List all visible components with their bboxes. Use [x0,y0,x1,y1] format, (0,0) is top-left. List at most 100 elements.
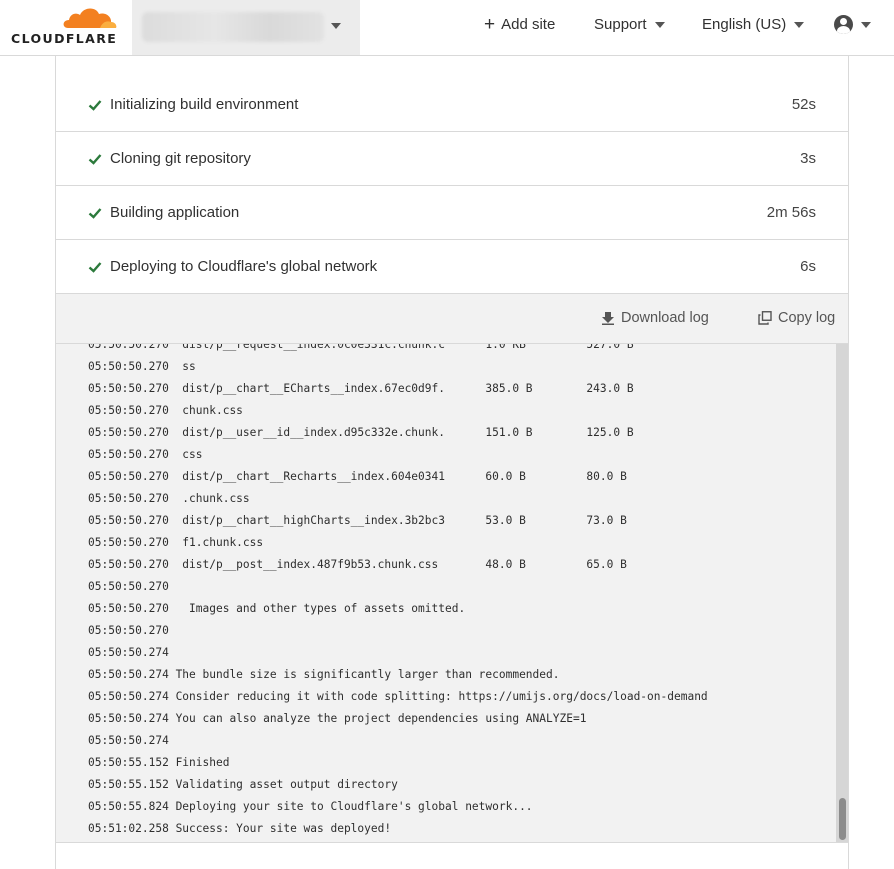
log-line: 05:50:50.270 dist/p__request__index.0c0e… [88,344,708,356]
chevron-down-icon [794,21,805,28]
log-timestamp: 05:50:50.270 [88,448,169,461]
step-label: Deploying to Cloudflare's global network [110,258,378,275]
support-menu[interactable]: Support [594,16,665,33]
build-log[interactable]: 05:50:50.270 dist/p__request__index.0c0e… [56,344,848,843]
download-icon [602,312,614,325]
scrollbar-thumb[interactable] [839,798,846,840]
log-timestamp: 05:50:50.274 [88,668,169,681]
log-timestamp: 05:50:50.270 [88,426,169,439]
log-timestamp: 05:50:50.270 [88,602,169,615]
log-message: dist/p__chart__Recharts__index.604e0341 … [168,470,627,483]
cloudflare-logo[interactable]: CLOUDFLARE [10,6,120,46]
log-timestamp: 05:50:50.270 [88,624,169,637]
check-icon [88,99,102,111]
brand-name: CLOUDFLARE [11,31,118,46]
build-step: Building application 2m 56s [56,186,848,240]
download-log-button[interactable]: Download log [601,310,709,326]
log-message: dist/p__post__index.487f9b53.chunk.css 4… [168,558,627,571]
log-message: Deploying your site to Cloudflare's glob… [168,800,533,813]
log-line: 05:50:50.270 dist/p__chart__Recharts__in… [88,466,708,488]
user-avatar-icon [834,15,853,34]
log-message: dist/p__request__index.0c0e331c.chunk.c … [168,344,634,351]
step-duration: 3s [800,150,816,167]
log-line: 05:50:50.270 dist/p__user__id__index.d95… [88,422,708,444]
account-switcher[interactable] [132,0,360,55]
copy-icon [758,311,772,325]
step-label: Building application [110,204,240,221]
log-timestamp: 05:50:50.270 [88,558,169,571]
step-label: Initializing build environment [110,96,299,113]
log-message: Validating asset output directory [168,778,398,791]
language-label: English (US) [702,16,787,33]
log-timestamp: 05:50:50.270 [88,470,169,483]
log-line: 05:50:50.270 .chunk.css [88,488,708,510]
account-name-redacted [142,12,324,42]
log-line: 05:50:50.270 dist/p__post__index.487f9b5… [88,554,708,576]
log-line: 05:50:55.152 Finished [88,752,708,774]
step-label: Cloning git repository [110,150,251,167]
log-timestamp: 05:51:02.258 [88,822,169,835]
log-line: 05:50:50.270 [88,620,708,642]
language-menu[interactable]: English (US) [702,16,805,33]
support-label: Support [594,16,647,33]
log-message: dist/p__chart__ECharts__index.67ec0d9f. … [168,382,634,395]
copy-log-button[interactable]: Copy log [758,310,835,326]
build-details-panel: Initializing build environment 52s Cloni… [55,56,849,869]
log-message: dist/p__chart__highCharts__index.3b2bc3 … [168,514,627,527]
plus-icon: + [484,14,496,35]
log-message: ss [168,360,196,373]
check-icon [88,153,102,165]
top-nav: CLOUDFLARE + Add site Support English (U… [0,0,894,56]
check-icon [88,261,102,273]
log-timestamp: 05:50:50.274 [88,690,169,703]
chevron-down-icon [654,21,665,28]
log-line: 05:50:50.270 ss [88,356,708,378]
build-step: Deploying to Cloudflare's global network… [56,240,848,294]
log-line: 05:51:02.258 Success: Your site was depl… [88,818,708,840]
build-step: Initializing build environment 52s [56,78,848,132]
log-line: 05:50:50.270 dist/p__chart__ECharts__ind… [88,378,708,400]
chevron-down-icon [331,23,341,29]
log-timestamp: 05:50:50.270 [88,382,169,395]
check-icon [88,207,102,219]
log-timestamp: 05:50:50.270 [88,404,169,417]
log-timestamp: 05:50:50.270 [88,514,169,527]
step-duration: 6s [800,258,816,275]
log-timestamp: 05:50:50.270 [88,344,169,351]
log-line: 05:50:55.824 Deploying your site to Clou… [88,796,708,818]
log-message: dist/p__user__id__index.d95c332e.chunk. … [168,426,634,439]
log-line: 05:50:50.270 dist/p__chart__highCharts__… [88,510,708,532]
scrollbar-track[interactable] [836,344,848,842]
log-timestamp: 05:50:50.270 [88,536,169,549]
copy-log-label: Copy log [778,310,836,326]
log-line: 05:50:50.274 [88,642,708,664]
log-message: Finished [168,756,230,769]
user-menu[interactable] [834,15,871,34]
step-duration: 2m 56s [766,204,816,221]
cloud-icon [63,8,117,28]
log-message: Consider reducing it with code splitting… [168,690,708,703]
log-line: 05:50:55.152 Validating asset output dir… [88,774,708,796]
log-toolbar: Download log Copy log [56,294,848,344]
add-site-label: Add site [501,16,556,33]
build-step: Cloning git repository 3s [56,132,848,186]
log-line: 05:50:50.274 [88,730,708,752]
add-site-button[interactable]: + Add site [484,14,556,35]
log-timestamp: 05:50:55.824 [88,800,169,813]
log-timestamp: 05:50:50.270 [88,580,169,593]
log-message: f1.chunk.css [168,536,264,549]
log-message: chunk.css [168,404,243,417]
chevron-down-icon [861,21,871,28]
log-line: 05:50:50.274 The bundle size is signific… [88,664,708,686]
log-message: You can also analyze the project depende… [168,712,587,725]
log-lines: 05:50:50.270 dist/p__request__index.0c0e… [88,344,708,840]
step-duration: 52s [791,96,816,113]
log-line: 05:50:50.270 f1.chunk.css [88,532,708,554]
log-line: 05:50:50.274 Consider reducing it with c… [88,686,708,708]
download-log-label: Download log [621,310,709,326]
log-message: css [168,448,203,461]
log-timestamp: 05:50:55.152 [88,778,169,791]
log-timestamp: 05:50:50.274 [88,734,169,747]
log-timestamp: 05:50:50.270 [88,360,169,373]
log-line: 05:50:50.270 Images and other types of a… [88,598,708,620]
